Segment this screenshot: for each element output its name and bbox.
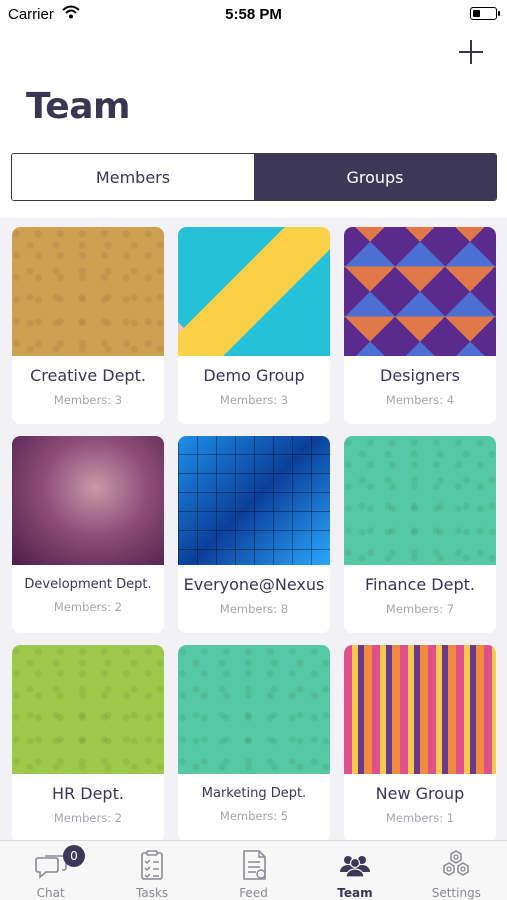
group-member-count: Members: 8: [219, 602, 289, 616]
tab-feed-label: Feed: [239, 886, 268, 900]
tab-settings-label: Settings: [431, 886, 481, 900]
group-thumbnail: [178, 227, 330, 356]
group-name: Designers: [380, 366, 460, 385]
battery-level: [473, 10, 481, 17]
group-thumbnail: [344, 436, 496, 565]
members-segment[interactable]: Members: [12, 154, 254, 200]
group-member-count: Members: 4: [385, 393, 455, 407]
group-card[interactable]: Development Dept. Members: 2: [12, 436, 164, 633]
group-thumbnail: [178, 436, 330, 565]
group-name: Demo Group: [203, 366, 305, 385]
settings-icon: [443, 850, 470, 876]
group-thumbnail: [344, 645, 496, 774]
group-name: Marketing Dept.: [201, 786, 307, 801]
group-thumbnail: [12, 645, 164, 774]
group-thumbnail: [12, 227, 164, 356]
groups-segment[interactable]: Groups: [254, 154, 496, 200]
group-name: HR Dept.: [52, 784, 124, 803]
tab-settings[interactable]: Settings: [406, 841, 507, 900]
group-name: Creative Dept.: [30, 366, 146, 385]
status-bar: Carrier 5:58 PM: [0, 0, 507, 30]
group-card[interactable]: Designers Members: 4: [344, 227, 496, 424]
groups-grid: Creative Dept. Members: 3 Demo Group Member…: [12, 227, 496, 840]
page-title: Team: [26, 86, 131, 127]
group-name: Development Dept.: [24, 577, 152, 592]
tab-tasks[interactable]: Tasks: [101, 841, 202, 900]
group-card[interactable]: Marketing Dept. Members: 5: [178, 645, 330, 840]
group-card[interactable]: Creative Dept. Members: 3: [12, 227, 164, 424]
group-member-count: Members: 2: [53, 811, 123, 825]
group-member-count: Members: 2: [53, 600, 123, 614]
tasks-icon: [141, 850, 163, 880]
feed-icon: [242, 850, 266, 880]
group-card[interactable]: New Group Members: 1: [344, 645, 496, 840]
group-member-count: Members: 1: [385, 811, 455, 825]
group-name: Everyone@Nexus: [183, 575, 325, 594]
clock: 5:58 PM: [225, 6, 282, 23]
group-card[interactable]: Everyone@Nexus Members: 8: [178, 436, 330, 633]
tab-team[interactable]: Team: [304, 841, 405, 900]
tab-bar: 0 Chat Tasks Feed Team Settings: [0, 840, 507, 900]
group-member-count: Members: 5: [219, 809, 289, 823]
group-thumbnail: [12, 436, 164, 565]
add-group-button[interactable]: [457, 38, 485, 66]
tab-feed[interactable]: Feed: [203, 841, 304, 900]
tab-tasks-label: Tasks: [136, 886, 169, 900]
group-card[interactable]: Demo Group Members: 3: [178, 227, 330, 424]
group-member-count: Members: 7: [385, 602, 455, 616]
tab-chat-label: Chat: [36, 886, 65, 900]
group-card[interactable]: HR Dept. Members: 2: [12, 645, 164, 840]
group-member-count: Members: 3: [53, 393, 123, 407]
tab-team-label: Team: [337, 886, 373, 900]
group-thumbnail: [178, 645, 330, 774]
group-thumbnail: [344, 227, 496, 356]
groups-grid-area: Creative Dept. Members: 3 Demo Group Member…: [0, 218, 507, 840]
group-name: Finance Dept.: [365, 575, 475, 594]
chat-unread-badge: 0: [63, 845, 85, 867]
group-member-count: Members: 3: [219, 393, 289, 407]
battery-icon: [470, 7, 500, 20]
members-groups-segmented-control: Members Groups: [11, 153, 497, 201]
tab-chat[interactable]: 0 Chat: [0, 841, 101, 900]
team-icon: [339, 856, 370, 878]
group-name: New Group: [375, 784, 465, 803]
group-card[interactable]: Finance Dept. Members: 7: [344, 436, 496, 633]
